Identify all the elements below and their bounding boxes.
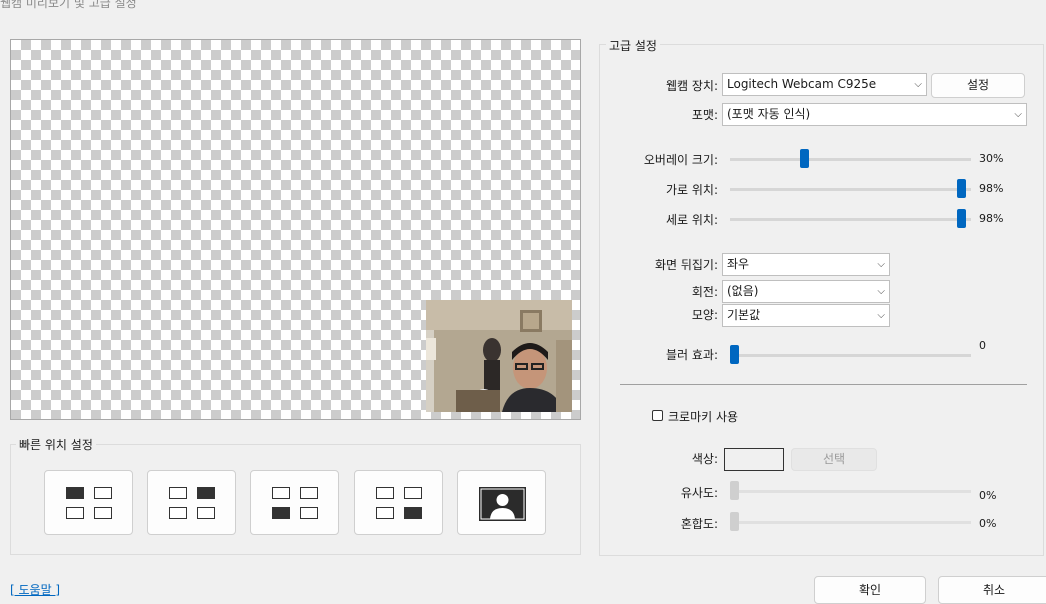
cell — [376, 507, 394, 519]
shape-select-value: 기본값 — [727, 308, 761, 322]
overlay-size-label: 오버레이 크기: — [643, 153, 718, 167]
flip-select[interactable]: 좌우 ⌵ — [722, 253, 890, 276]
rotate-select[interactable]: (없음) ⌵ — [722, 280, 890, 303]
similarity-label: 유사도: — [680, 486, 718, 500]
chevron-down-icon: ⌵ — [877, 259, 885, 270]
blend-label: 혼합도: — [680, 517, 718, 531]
horizontal-position-slider-thumb[interactable] — [957, 179, 967, 198]
section-divider — [620, 384, 1027, 385]
flip-label: 화면 뒤집기: — [654, 258, 718, 272]
rotate-label: 회전: — [691, 285, 718, 299]
device-select-value: Logitech Webcam C925e — [727, 77, 877, 91]
cell — [169, 507, 187, 519]
cell-filled — [404, 507, 422, 519]
chevron-down-icon: ⌵ — [1014, 109, 1022, 120]
chevron-down-icon: ⌵ — [914, 79, 922, 90]
format-label: 포맷: — [691, 108, 718, 122]
similarity-value: 0% — [979, 489, 997, 502]
cell — [66, 507, 84, 519]
horizontal-position-slider-track[interactable] — [730, 188, 971, 191]
person-icon — [479, 487, 526, 521]
webcam-image — [426, 300, 572, 412]
device-select[interactable]: Logitech Webcam C925e ⌵ — [722, 73, 927, 96]
color-select-button[interactable]: 선택 — [791, 448, 877, 471]
color-swatch — [724, 448, 784, 471]
blend-slider-thumb[interactable] — [730, 512, 739, 531]
horizontal-position-label: 가로 위치: — [665, 183, 718, 197]
advanced-settings-title: 고급 설정 — [606, 37, 660, 54]
color-label: 색상: — [691, 452, 718, 466]
vertical-position-value: 98% — [979, 212, 1004, 225]
blend-slider-track[interactable] — [730, 521, 971, 524]
blur-slider-track[interactable] — [730, 354, 971, 357]
rotate-select-value: (없음) — [727, 284, 759, 298]
blur-value: 0 — [979, 339, 986, 352]
format-select-value: (포맷 자동 인식) — [727, 107, 811, 121]
cell — [300, 507, 318, 519]
vertical-position-slider-thumb[interactable] — [957, 209, 967, 228]
chevron-down-icon: ⌵ — [877, 310, 885, 321]
preview-canvas — [10, 39, 581, 420]
chevron-down-icon: ⌵ — [877, 286, 885, 297]
cell-filled — [272, 507, 290, 519]
cancel-button[interactable]: 취소 — [938, 576, 1046, 604]
cell-filled — [66, 487, 84, 499]
webcam-overlay[interactable] — [426, 300, 572, 412]
overlay-size-slider-track[interactable] — [730, 158, 971, 161]
blur-slider-thumb[interactable] — [730, 345, 739, 364]
cell — [272, 487, 290, 499]
horizontal-position-value: 98% — [979, 182, 1004, 195]
position-fullscreen-button[interactable] — [457, 470, 546, 535]
shape-label: 모양: — [691, 308, 718, 322]
similarity-slider-track[interactable] — [730, 490, 971, 493]
cell — [169, 487, 187, 499]
cell — [197, 507, 215, 519]
position-bottom-right-button[interactable] — [354, 470, 443, 535]
chroma-key-label: 크로마키 사용 — [668, 410, 739, 424]
cell — [404, 487, 422, 499]
cell — [94, 487, 112, 499]
blend-value: 0% — [979, 517, 997, 530]
flip-select-value: 좌우 — [727, 257, 750, 271]
blur-label: 블러 효과: — [665, 348, 718, 362]
similarity-slider-thumb[interactable] — [730, 481, 739, 500]
format-select[interactable]: (포맷 자동 인식) ⌵ — [722, 103, 1027, 126]
cell-filled — [197, 487, 215, 499]
window-title: 웹캠 미리보기 및 고급 설정 — [0, 0, 137, 10]
overlay-size-slider-thumb[interactable] — [799, 149, 809, 168]
device-settings-button[interactable]: 설정 — [931, 73, 1025, 98]
device-label: 웹캠 장치: — [665, 79, 718, 93]
chroma-key-checkbox[interactable] — [652, 410, 663, 421]
vertical-position-label: 세로 위치: — [665, 213, 718, 227]
vertical-position-slider-track[interactable] — [730, 218, 971, 221]
cell — [376, 487, 394, 499]
quick-position-title: 빠른 위치 설정 — [16, 436, 96, 453]
help-link[interactable]: [ 도움말 ] — [10, 581, 60, 598]
shape-select[interactable]: 기본값 ⌵ — [722, 304, 890, 327]
overlay-size-value: 30% — [979, 152, 1004, 165]
cell — [300, 487, 318, 499]
position-bottom-left-button[interactable] — [250, 470, 339, 535]
ok-button[interactable]: 확인 — [814, 576, 926, 604]
cell — [94, 507, 112, 519]
position-top-right-button[interactable] — [147, 470, 236, 535]
position-top-left-button[interactable] — [44, 470, 133, 535]
